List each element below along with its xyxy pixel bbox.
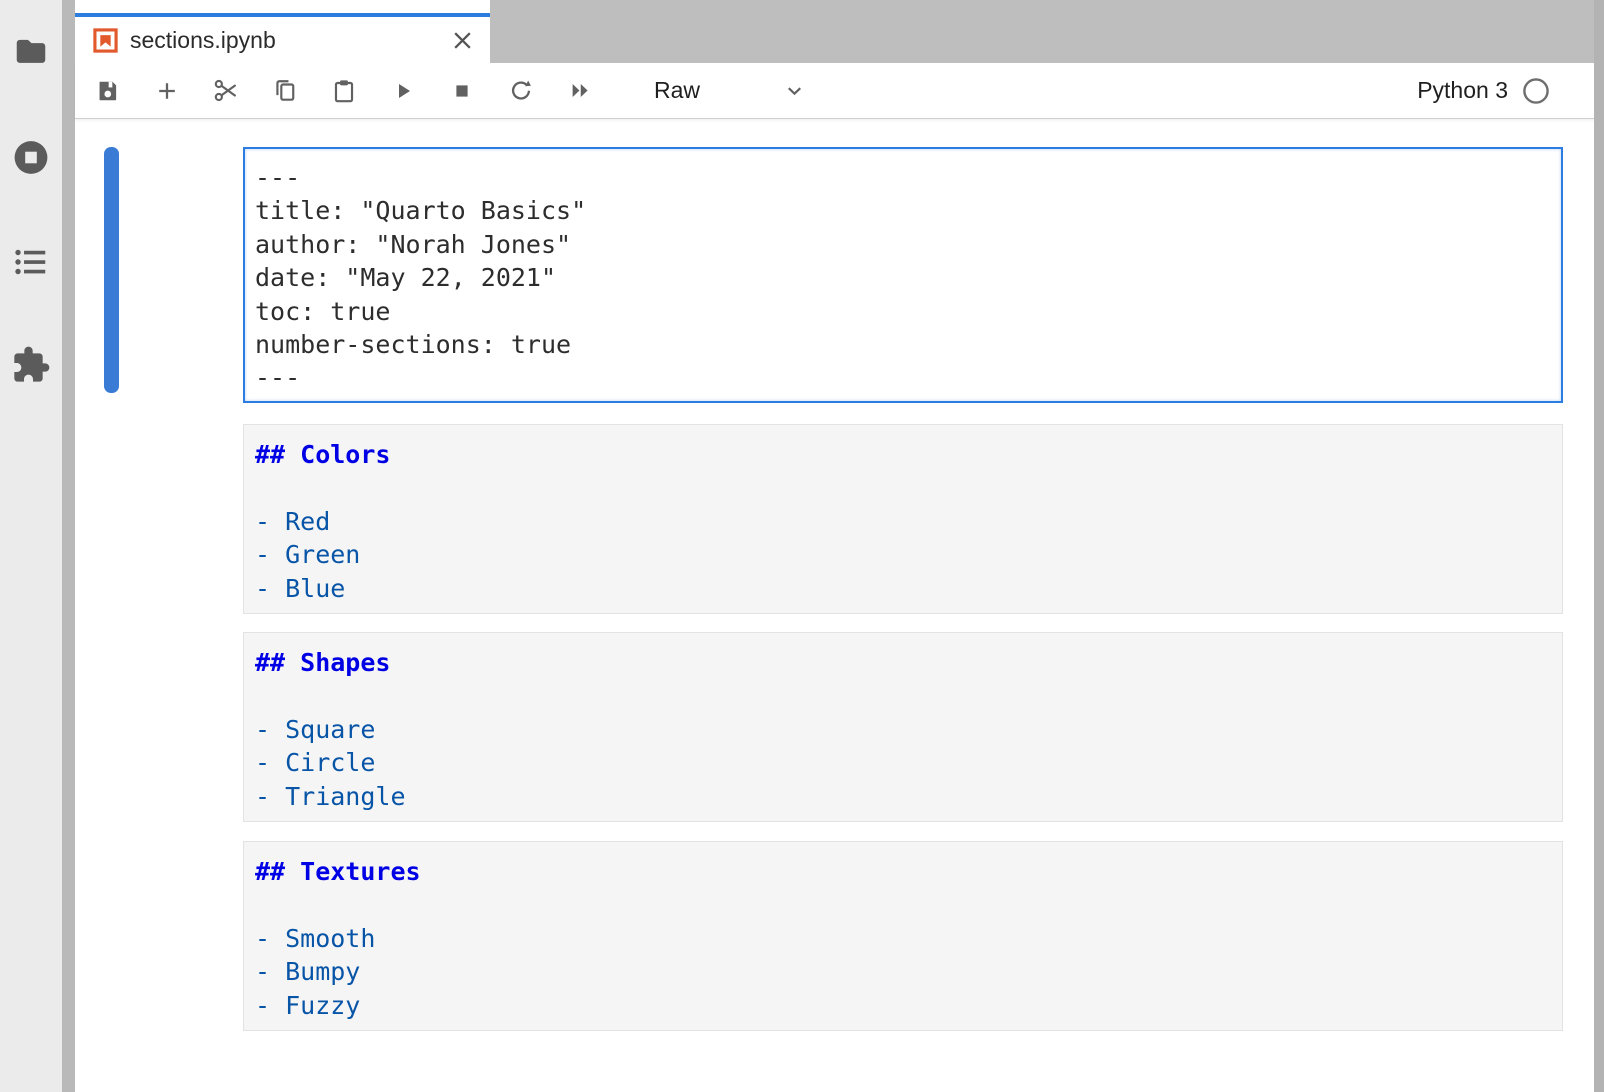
restart-kernel-icon[interactable] xyxy=(508,78,534,104)
kernel-indicator: Python 3 xyxy=(1417,77,1550,105)
markdown-list-item: - Green xyxy=(255,538,1551,571)
code-line: --- xyxy=(255,161,1551,194)
markdown-cell-textures[interactable]: ## Textures - Smooth - Bumpy - Fuzzy xyxy=(243,841,1563,1031)
markdown-list-item: - Circle xyxy=(255,746,1551,779)
notebook-toolbar: Raw Python 3 xyxy=(75,63,1604,119)
tab-sections-ipynb[interactable]: sections.ipynb xyxy=(75,0,490,63)
markdown-list-item: - Triangle xyxy=(255,780,1551,813)
markdown-cell-colors[interactable]: ## Colors - Red - Green - Blue xyxy=(243,424,1563,614)
raw-cell-editor[interactable]: --- title: "Quarto Basics" author: "Nora… xyxy=(243,147,1563,403)
code-line: --- xyxy=(255,361,1551,394)
notebook-content: --- title: "Quarto Basics" author: "Nora… xyxy=(75,119,1604,1092)
file-browser-icon[interactable] xyxy=(12,32,50,70)
active-tab-indicator xyxy=(75,13,490,17)
jupyterlab-window: sections.ipynb xyxy=(0,0,1604,1092)
blank-line xyxy=(255,471,1551,504)
paste-cells-icon[interactable] xyxy=(331,78,357,104)
restart-run-all-icon[interactable] xyxy=(567,78,593,104)
extension-manager-icon[interactable] xyxy=(11,345,51,385)
notebook-file-icon xyxy=(92,27,119,54)
code-line: number-sections: true xyxy=(255,328,1551,361)
markdown-heading: ## Textures xyxy=(255,855,1551,888)
active-cell-collapser[interactable] xyxy=(104,147,119,393)
kernel-name[interactable]: Python 3 xyxy=(1417,77,1508,104)
code-line: title: "Quarto Basics" xyxy=(255,194,1551,227)
markdown-list-item: - Fuzzy xyxy=(255,989,1551,1022)
main-area: sections.ipynb xyxy=(75,0,1604,1092)
markdown-cell-shapes[interactable]: ## Shapes - Square - Circle - Triangle xyxy=(243,632,1563,822)
blank-line xyxy=(255,888,1551,921)
markdown-list-item: - Smooth xyxy=(255,922,1551,955)
running-kernels-icon[interactable] xyxy=(11,137,52,178)
markdown-list-item: - Blue xyxy=(255,572,1551,605)
code-line: date: "May 22, 2021" xyxy=(255,261,1551,294)
insert-cell-icon[interactable] xyxy=(154,78,180,104)
tab-title: sections.ipynb xyxy=(130,27,449,54)
close-tab-icon[interactable] xyxy=(449,27,476,54)
run-cell-icon[interactable] xyxy=(390,78,416,104)
markdown-list-item: - Square xyxy=(255,713,1551,746)
interrupt-kernel-icon[interactable] xyxy=(449,78,475,104)
cell-type-dropdown[interactable]: Raw xyxy=(654,77,807,104)
copy-cells-icon[interactable] xyxy=(272,78,298,104)
activity-sidebar xyxy=(0,0,62,1092)
code-line: toc: true xyxy=(255,295,1551,328)
blank-line xyxy=(255,679,1551,712)
save-button[interactable] xyxy=(95,78,121,104)
cell-type-value: Raw xyxy=(654,77,700,104)
dock-tab-bar: sections.ipynb xyxy=(75,0,1604,63)
cut-cells-icon[interactable] xyxy=(213,78,239,104)
window-right-edge xyxy=(1594,0,1604,1092)
chevron-down-icon xyxy=(782,78,807,103)
markdown-heading: ## Shapes xyxy=(255,646,1551,679)
kernel-status-icon xyxy=(1522,77,1550,105)
table-of-contents-icon[interactable] xyxy=(12,243,50,281)
sidebar-divider xyxy=(62,0,75,1092)
markdown-list-item: - Bumpy xyxy=(255,955,1551,988)
markdown-heading: ## Colors xyxy=(255,438,1551,471)
code-line: author: "Norah Jones" xyxy=(255,228,1551,261)
markdown-list-item: - Red xyxy=(255,505,1551,538)
